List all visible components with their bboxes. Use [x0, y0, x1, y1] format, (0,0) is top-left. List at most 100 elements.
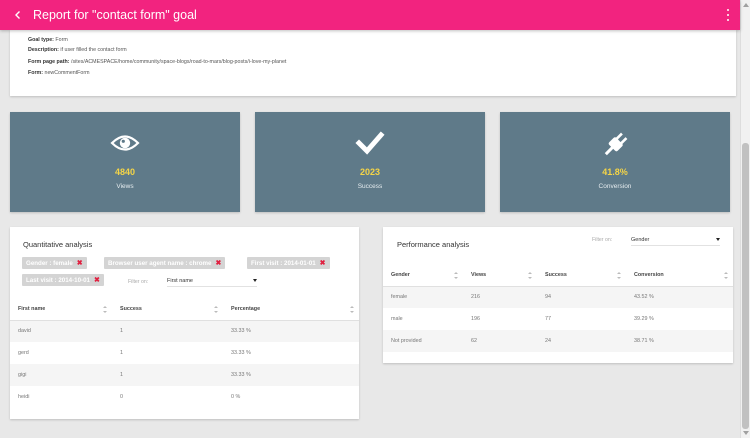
performance-analysis-panel: Performance analysis Filter on: Gender G… — [383, 227, 733, 363]
cell-first-name: gigi — [10, 364, 112, 386]
table-header-row: First name Success Percentage — [10, 298, 359, 321]
cell-conversion: 38.71 % — [626, 330, 733, 352]
views-value: 4840 — [114, 167, 136, 177]
performance-table: Gender Views Success Conversion female 2… — [383, 264, 733, 352]
scrollbar-thumb[interactable] — [742, 143, 749, 429]
filter-select-value: First name — [167, 277, 193, 284]
page-scrollbar[interactable] — [740, 0, 750, 438]
more-options-icon[interactable] — [727, 9, 731, 21]
scroll-down-arrow-icon[interactable] — [743, 431, 749, 435]
chip-label: Gender : female — [26, 259, 73, 267]
sort-icon — [724, 272, 728, 279]
cell-gender: male — [391, 316, 403, 322]
conversion-stat-card: 41.8% Conversion — [500, 112, 730, 212]
goal-description-label: Description: — [28, 47, 59, 53]
filter-on-label: Filter on: — [592, 237, 613, 243]
chevron-down-icon — [253, 279, 257, 282]
cell-success: 1 — [112, 364, 223, 386]
success-stat-card: 2023 Success — [255, 112, 485, 212]
remove-chip-icon[interactable]: ✖ — [77, 259, 83, 267]
table-row: Not provided 62 24 38.71 % — [383, 330, 733, 352]
cell-gender: Not provided — [383, 330, 463, 352]
checkmark-icon — [255, 130, 485, 156]
goal-description-value: if user filled the contact form — [60, 47, 127, 53]
chevron-down-icon — [716, 238, 720, 241]
success-label: Success — [357, 183, 383, 190]
table-row: gigi 1 33.33 % — [10, 364, 359, 386]
column-header-conversion[interactable]: Conversion — [626, 264, 733, 287]
cell-views: 62 — [463, 330, 537, 352]
cell-views: 216 — [463, 286, 537, 308]
filter-chip-last-visit[interactable]: Last visit : 2014-10-01 ✖ — [22, 274, 104, 286]
goal-description-line: Description: if user filled the contact … — [28, 47, 127, 53]
cell-success: 77 — [545, 316, 551, 322]
chip-label: Last visit : 2014-10-01 — [26, 276, 90, 284]
app-bar: Report for "contact form" goal — [0, 0, 740, 30]
back-arrow-icon[interactable] — [11, 8, 25, 22]
cell-views: 196 — [471, 316, 480, 322]
sort-icon — [528, 272, 532, 279]
cell-success: 0 — [120, 394, 123, 400]
table-row: heidi 0 0 % — [10, 386, 359, 408]
sort-icon — [454, 272, 458, 279]
sort-icon — [214, 306, 218, 313]
filter-on-label: Filter on: — [128, 279, 149, 285]
cell-conversion: 43.52 % — [626, 286, 733, 308]
cell-conversion: 39.29 % — [634, 316, 654, 322]
goal-path-label: Form page path: — [28, 59, 70, 65]
goal-info-card: Goal type: Form Description: if user fil… — [10, 30, 736, 96]
column-header-gender[interactable]: Gender — [383, 264, 463, 287]
views-stat-card: 4840 Views — [10, 112, 240, 212]
table-row: david 1 33.33 % — [10, 320, 359, 342]
quantitative-analysis-panel: Quantitative analysis Gender : female ✖ … — [10, 227, 359, 419]
page-title: Report for "contact form" goal — [33, 8, 197, 22]
eye-icon — [10, 130, 240, 156]
remove-chip-icon[interactable]: ✖ — [320, 259, 326, 267]
plug-icon — [500, 130, 730, 156]
table-header-row: Gender Views Success Conversion — [383, 264, 733, 287]
performance-filter-select[interactable]: Gender — [631, 234, 720, 246]
cell-success: 94 — [537, 286, 626, 308]
quantitative-table: First name Success Percentage david 1 33… — [10, 298, 359, 408]
views-label: Views — [116, 183, 134, 190]
conversion-value: 41.8% — [602, 167, 628, 177]
chip-label: Browser user agent name : chrome — [108, 259, 212, 267]
quantitative-filter-select[interactable]: First name — [167, 275, 257, 287]
table-row: female 216 94 43.52 % — [383, 286, 733, 308]
goal-type-label: Goal type: — [28, 37, 54, 43]
table-row: gerd 1 33.33 % — [10, 342, 359, 364]
goal-form-line: Form: newCommentForm — [28, 70, 90, 76]
goal-path-value: /sites/ACMESPACE/home/community/space-bl… — [70, 59, 287, 65]
sort-icon — [103, 306, 107, 313]
column-header-percentage[interactable]: Percentage — [223, 298, 359, 321]
cell-first-name: heidi — [18, 394, 30, 400]
remove-chip-icon[interactable]: ✖ — [94, 276, 100, 284]
column-header-success[interactable]: Success — [112, 298, 223, 321]
cell-gender: female — [383, 286, 463, 308]
goal-path-line: Form page path: /sites/ACMESPACE/home/co… — [28, 59, 286, 65]
filter-chip-gender[interactable]: Gender : female ✖ — [22, 257, 87, 269]
column-header-success[interactable]: Success — [537, 264, 626, 287]
performance-title: Performance analysis — [397, 240, 470, 249]
cell-success: 24 — [537, 330, 626, 352]
cell-first-name: gerd — [18, 350, 29, 356]
scroll-up-arrow-icon[interactable] — [743, 3, 749, 7]
cell-percentage: 33.33 % — [223, 320, 359, 342]
goal-type-value: Form — [55, 37, 68, 43]
column-header-views[interactable]: Views — [463, 264, 537, 287]
column-header-first-name[interactable]: First name — [10, 298, 112, 321]
cell-percentage: 33.33 % — [223, 364, 359, 386]
cell-first-name: david — [10, 320, 112, 342]
success-value: 2023 — [359, 167, 381, 177]
remove-chip-icon[interactable]: ✖ — [216, 259, 222, 267]
chip-label: First visit : 2014-01-01 — [251, 259, 316, 267]
cell-percentage: 33.33 % — [231, 350, 251, 356]
goal-form-value: newCommentForm — [44, 70, 90, 76]
conversion-label: Conversion — [598, 183, 632, 190]
quantitative-title: Quantitative analysis — [23, 240, 93, 249]
cell-success: 1 — [112, 320, 223, 342]
sort-icon — [350, 306, 354, 313]
filter-chip-browser[interactable]: Browser user agent name : chrome ✖ — [104, 257, 226, 269]
table-row: male 196 77 39.29 % — [383, 308, 733, 330]
filter-chip-first-visit[interactable]: First visit : 2014-01-01 ✖ — [247, 257, 330, 269]
